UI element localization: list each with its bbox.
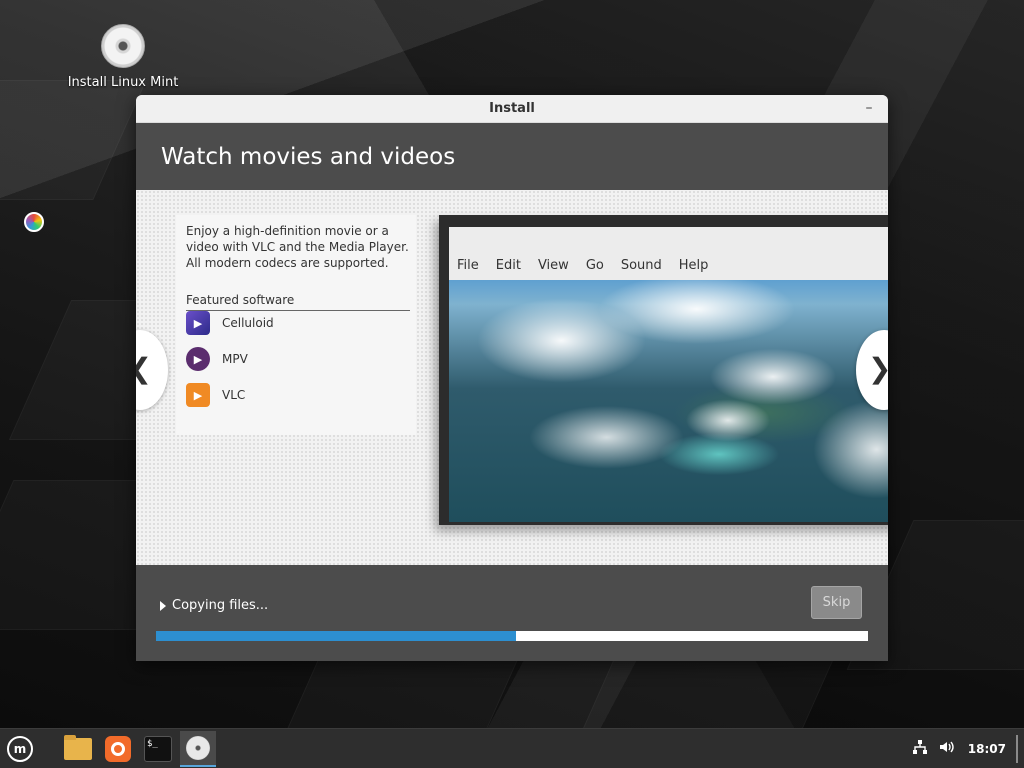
- network-icon[interactable]: [912, 739, 928, 759]
- mpv-icon: ▶: [186, 347, 210, 371]
- slide-header: Watch movies and videos: [136, 123, 888, 190]
- color-picker-icon[interactable]: [24, 212, 44, 232]
- desktop-icon-install-linux-mint[interactable]: Install Linux Mint: [64, 24, 182, 90]
- media-player-screenshot: File Edit View Go Sound Help: [439, 215, 888, 525]
- window-title: Install: [489, 101, 535, 116]
- system-tray: 18:07: [912, 729, 1024, 768]
- terminal-icon: $_: [144, 736, 172, 762]
- linux-mint-logo-icon: m: [7, 736, 33, 762]
- vlc-icon: ▶: [186, 383, 210, 407]
- media-player-menubar: File Edit View Go Sound Help: [457, 258, 708, 273]
- menu-sound: Sound: [620, 258, 662, 273]
- terminal-launcher[interactable]: $_: [142, 733, 174, 765]
- software-label: Celluloid: [222, 316, 274, 330]
- video-frame-aerial-clouds: [449, 280, 888, 522]
- installer-taskbar-button[interactable]: [180, 731, 216, 767]
- desktop-icon-label: Install Linux Mint: [67, 75, 179, 90]
- taskbar: m $_ 18:07: [0, 728, 1024, 768]
- software-label: VLC: [222, 388, 246, 402]
- celluloid-icon: ▶: [186, 311, 210, 335]
- slide-title: Watch movies and videos: [161, 143, 456, 170]
- progress-bar: [156, 631, 868, 641]
- installer-footer: Copying files... Skip: [136, 565, 888, 661]
- menu-go: Go: [585, 258, 604, 273]
- featured-software-heading: Featured software: [186, 293, 410, 311]
- menu-file: File: [457, 258, 479, 273]
- expander-triangle-icon: [160, 600, 166, 611]
- firefox-icon: [105, 736, 131, 762]
- firefox-launcher[interactable]: [102, 733, 134, 765]
- software-label: MPV: [222, 352, 248, 366]
- bg-tile: [0, 80, 147, 200]
- skip-button[interactable]: Skip: [811, 586, 862, 619]
- progress-bar-fill: [156, 631, 517, 641]
- installer-window: Install – Watch movies and videos Enjoy …: [136, 95, 888, 661]
- slideshow: Enjoy a high-definition movie or a video…: [136, 190, 888, 565]
- info-card: Enjoy a high-definition movie or a video…: [176, 215, 416, 435]
- status-text: Copying files...: [172, 598, 269, 613]
- minimize-button[interactable]: –: [860, 99, 878, 117]
- show-desktop-button[interactable]: [1016, 735, 1018, 763]
- slide-description: Enjoy a high-definition movie or a video…: [186, 224, 409, 270]
- menu-help: Help: [678, 258, 709, 273]
- bg-tile: [282, 660, 518, 728]
- software-item-mpv[interactable]: ▶ MPV: [186, 347, 248, 371]
- disc-icon: [101, 24, 145, 68]
- clock[interactable]: 18:07: [968, 742, 1006, 756]
- files-launcher[interactable]: [62, 733, 94, 765]
- volume-icon[interactable]: [938, 739, 956, 759]
- folder-icon: [64, 735, 92, 760]
- main-menu-button[interactable]: m: [4, 733, 36, 765]
- window-titlebar[interactable]: Install –: [136, 95, 888, 123]
- software-item-vlc[interactable]: ▶ VLC: [186, 383, 245, 407]
- status-expander[interactable]: Copying files...: [160, 598, 268, 613]
- menu-edit: Edit: [495, 258, 521, 273]
- media-player-window: File Edit View Go Sound Help: [449, 227, 888, 522]
- previous-slide-button[interactable]: ❮: [136, 330, 168, 410]
- menu-view: View: [537, 258, 569, 273]
- disc-icon: [186, 736, 210, 760]
- software-item-celluloid[interactable]: ▶ Celluloid: [186, 311, 274, 335]
